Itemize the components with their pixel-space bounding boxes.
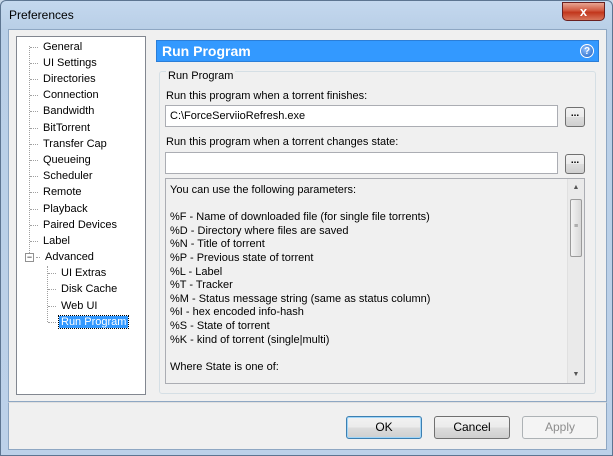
tree-item-connection[interactable]: Connection bbox=[30, 88, 101, 103]
parameters-help-box[interactable]: You can use the following parameters: %F… bbox=[165, 178, 585, 384]
finish-program-input[interactable]: C:\ForceServiioRefresh.exe bbox=[165, 105, 558, 127]
params-line: Where State is one of: bbox=[170, 360, 279, 373]
collapse-icon[interactable]: − bbox=[25, 253, 34, 262]
window-title: Preferences bbox=[9, 8, 74, 22]
browse-change-button[interactable]: ... bbox=[565, 154, 585, 174]
params-line: %T - Tracker bbox=[170, 279, 233, 292]
tree-item-playback[interactable]: Playback bbox=[30, 202, 90, 217]
browse-finish-button[interactable]: ... bbox=[565, 107, 585, 127]
scroll-up-icon[interactable]: ▲ bbox=[568, 179, 584, 196]
tree-item-ui-extras[interactable]: UI Extras bbox=[48, 266, 108, 281]
tree-item-general[interactable]: General bbox=[30, 40, 84, 55]
tree-item-directories[interactable]: Directories bbox=[30, 72, 98, 87]
tree-item-scheduler[interactable]: Scheduler bbox=[30, 169, 95, 184]
help-icon[interactable]: ? bbox=[580, 44, 594, 58]
apply-button[interactable]: Apply bbox=[522, 416, 598, 439]
dialog-button-bar: OK Cancel Apply bbox=[8, 402, 607, 450]
section-header: Run Program ? bbox=[156, 40, 599, 62]
tree-item-advanced[interactable]: Advanced bbox=[36, 250, 96, 265]
tree-item-bandwidth[interactable]: Bandwidth bbox=[30, 104, 96, 119]
tree-item-label[interactable]: Label bbox=[30, 234, 72, 249]
scroll-down-icon[interactable]: ▼ bbox=[568, 366, 584, 383]
tree-item-disk-cache[interactable]: Disk Cache bbox=[48, 282, 119, 297]
params-line: %S - State of torrent bbox=[170, 319, 270, 332]
close-icon: x bbox=[579, 4, 588, 19]
finish-label: Run this program when a torrent finishes… bbox=[166, 90, 368, 102]
preferences-window: Preferences x General UI Settings Direct… bbox=[0, 0, 613, 456]
params-line bbox=[170, 347, 566, 361]
params-line bbox=[170, 198, 566, 212]
vertical-scrollbar[interactable]: ▲ ≡ ▼ bbox=[567, 179, 584, 383]
preferences-tree: General UI Settings Directories Connecti… bbox=[16, 36, 146, 395]
tree-item-ui-settings[interactable]: UI Settings bbox=[30, 56, 99, 71]
state-change-program-input[interactable] bbox=[165, 152, 558, 174]
grip-icon: ≡ bbox=[574, 223, 579, 230]
params-line: %M - Status message string (same as stat… bbox=[170, 292, 431, 305]
tree-item-web-ui[interactable]: Web UI bbox=[48, 299, 99, 314]
tree-item-bittorrent[interactable]: BitTorrent bbox=[30, 121, 92, 136]
ok-button[interactable]: OK bbox=[346, 416, 422, 439]
close-button[interactable]: x bbox=[562, 2, 605, 21]
parameters-text: You can use the following parameters: %F… bbox=[170, 184, 566, 374]
tree-item-paired-devices[interactable]: Paired Devices bbox=[30, 218, 119, 233]
params-line: %L - Label bbox=[170, 265, 223, 278]
client-area: General UI Settings Directories Connecti… bbox=[8, 29, 607, 402]
params-line: You can use the following parameters: bbox=[170, 184, 357, 196]
tree-item-queueing[interactable]: Queueing bbox=[30, 153, 93, 168]
params-line: %N - Title of torrent bbox=[170, 238, 265, 251]
tree-item-remote[interactable]: Remote bbox=[30, 185, 84, 200]
params-line: %I - hex encoded info-hash bbox=[170, 306, 304, 319]
params-line: %F - Name of downloaded file (for single… bbox=[170, 211, 430, 224]
scrollbar-thumb[interactable]: ≡ bbox=[570, 199, 582, 257]
title-bar[interactable]: Preferences x bbox=[1, 1, 612, 29]
cancel-button[interactable]: Cancel bbox=[434, 416, 510, 439]
params-line: %P - Previous state of torrent bbox=[170, 251, 314, 264]
group-title: Run Program bbox=[166, 69, 236, 83]
change-label: Run this program when a torrent changes … bbox=[166, 136, 399, 148]
params-line: %D - Directory where files are saved bbox=[170, 224, 349, 237]
section-title: Run Program bbox=[162, 43, 251, 59]
tree-item-transfer-cap[interactable]: Transfer Cap bbox=[30, 137, 109, 152]
params-line: %K - kind of torrent (single|multi) bbox=[170, 333, 330, 346]
tree-item-run-program[interactable]: Run Program bbox=[48, 315, 130, 330]
